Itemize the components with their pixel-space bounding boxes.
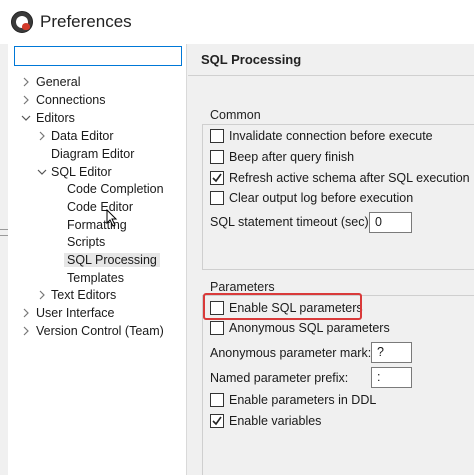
enable-variables-checkbox[interactable] [210, 414, 224, 428]
collapse-editors-icon[interactable] [21, 113, 31, 123]
title-bar: Preferences [0, 0, 474, 44]
tree-item-scripts[interactable]: Scripts [67, 233, 105, 251]
tree-item-editors[interactable]: Editors [36, 109, 75, 127]
tree-item-diagram-editor[interactable]: Diagram Editor [51, 145, 134, 163]
tree-item-text-editors[interactable]: Text Editors [51, 286, 116, 304]
filter-input[interactable] [14, 46, 182, 66]
common-group-left-border [202, 124, 203, 269]
params-in-ddl-label: Enable parameters in DDL [229, 393, 377, 407]
tree-item-templates[interactable]: Templates [67, 269, 124, 287]
expand-user-interface-icon[interactable] [21, 308, 31, 318]
timeout-label: SQL statement timeout (sec): [210, 215, 373, 229]
dialog-body: General Connections Editors Data Editor … [0, 44, 474, 475]
tree-item-user-interface[interactable]: User Interface [36, 304, 115, 322]
tree-item-connections[interactable]: Connections [36, 91, 106, 109]
tree-item-data-editor[interactable]: Data Editor [51, 127, 114, 145]
anonymous-mark-label: Anonymous parameter mark: [210, 346, 372, 360]
params-in-ddl-checkbox[interactable] [210, 393, 224, 407]
expand-connections-icon[interactable] [21, 95, 31, 105]
invalidate-connection-label: Invalidate connection before execute [229, 129, 433, 143]
tree-item-version-control[interactable]: Version Control (Team) [36, 322, 164, 340]
anonymous-parameters-checkbox[interactable] [210, 321, 224, 335]
refresh-schema-checkbox[interactable] [210, 171, 224, 185]
tree-item-code-completion[interactable]: Code Completion [67, 180, 164, 198]
tree-item-sql-editor[interactable]: SQL Editor [51, 163, 112, 181]
expand-general-icon[interactable] [21, 77, 31, 87]
timeout-input[interactable]: 0 [369, 212, 412, 233]
tree-item-code-editor[interactable]: Code Editor [67, 198, 133, 216]
window-title: Preferences [40, 12, 132, 31]
collapse-sql-editor-icon[interactable] [37, 167, 47, 177]
expand-version-control-icon[interactable] [21, 326, 31, 336]
named-prefix-label: Named parameter prefix: [210, 371, 349, 385]
beep-label: Beep after query finish [229, 150, 355, 164]
red-highlight-box [203, 293, 362, 320]
dbeaver-app-icon [11, 11, 33, 33]
clear-log-checkbox[interactable] [210, 191, 224, 205]
parameters-group-label: Parameters [208, 280, 277, 294]
clear-log-label: Clear output log before execution [229, 191, 414, 205]
left-edge-strip [0, 44, 8, 475]
tree-item-sql-processing[interactable]: SQL Processing [64, 251, 160, 269]
parameters-group-left-border [202, 295, 203, 475]
enable-variables-label: Enable variables [229, 414, 322, 428]
checkmark-icon [212, 173, 222, 183]
invalidate-connection-checkbox[interactable] [210, 129, 224, 143]
checkmark-icon [212, 416, 222, 426]
common-group-border [202, 124, 474, 125]
common-group-label: Common [208, 108, 263, 122]
expand-text-editors-icon[interactable] [37, 290, 47, 300]
anonymous-parameters-label: Anonymous SQL parameters [229, 321, 390, 335]
beep-checkbox[interactable] [210, 150, 224, 164]
page-title: SQL Processing [201, 52, 302, 67]
named-prefix-input[interactable]: : [371, 367, 412, 388]
anonymous-mark-input[interactable]: ? [371, 342, 412, 363]
tree-item-general[interactable]: General [36, 73, 80, 91]
mouse-cursor-icon [106, 208, 118, 230]
preferences-tree-pane: General Connections Editors Data Editor … [8, 44, 187, 475]
header-separator [188, 75, 474, 76]
refresh-schema-label: Refresh active schema after SQL executio… [229, 171, 470, 185]
common-group-bottom-border [202, 269, 474, 270]
expand-data-editor-icon[interactable] [37, 131, 47, 141]
